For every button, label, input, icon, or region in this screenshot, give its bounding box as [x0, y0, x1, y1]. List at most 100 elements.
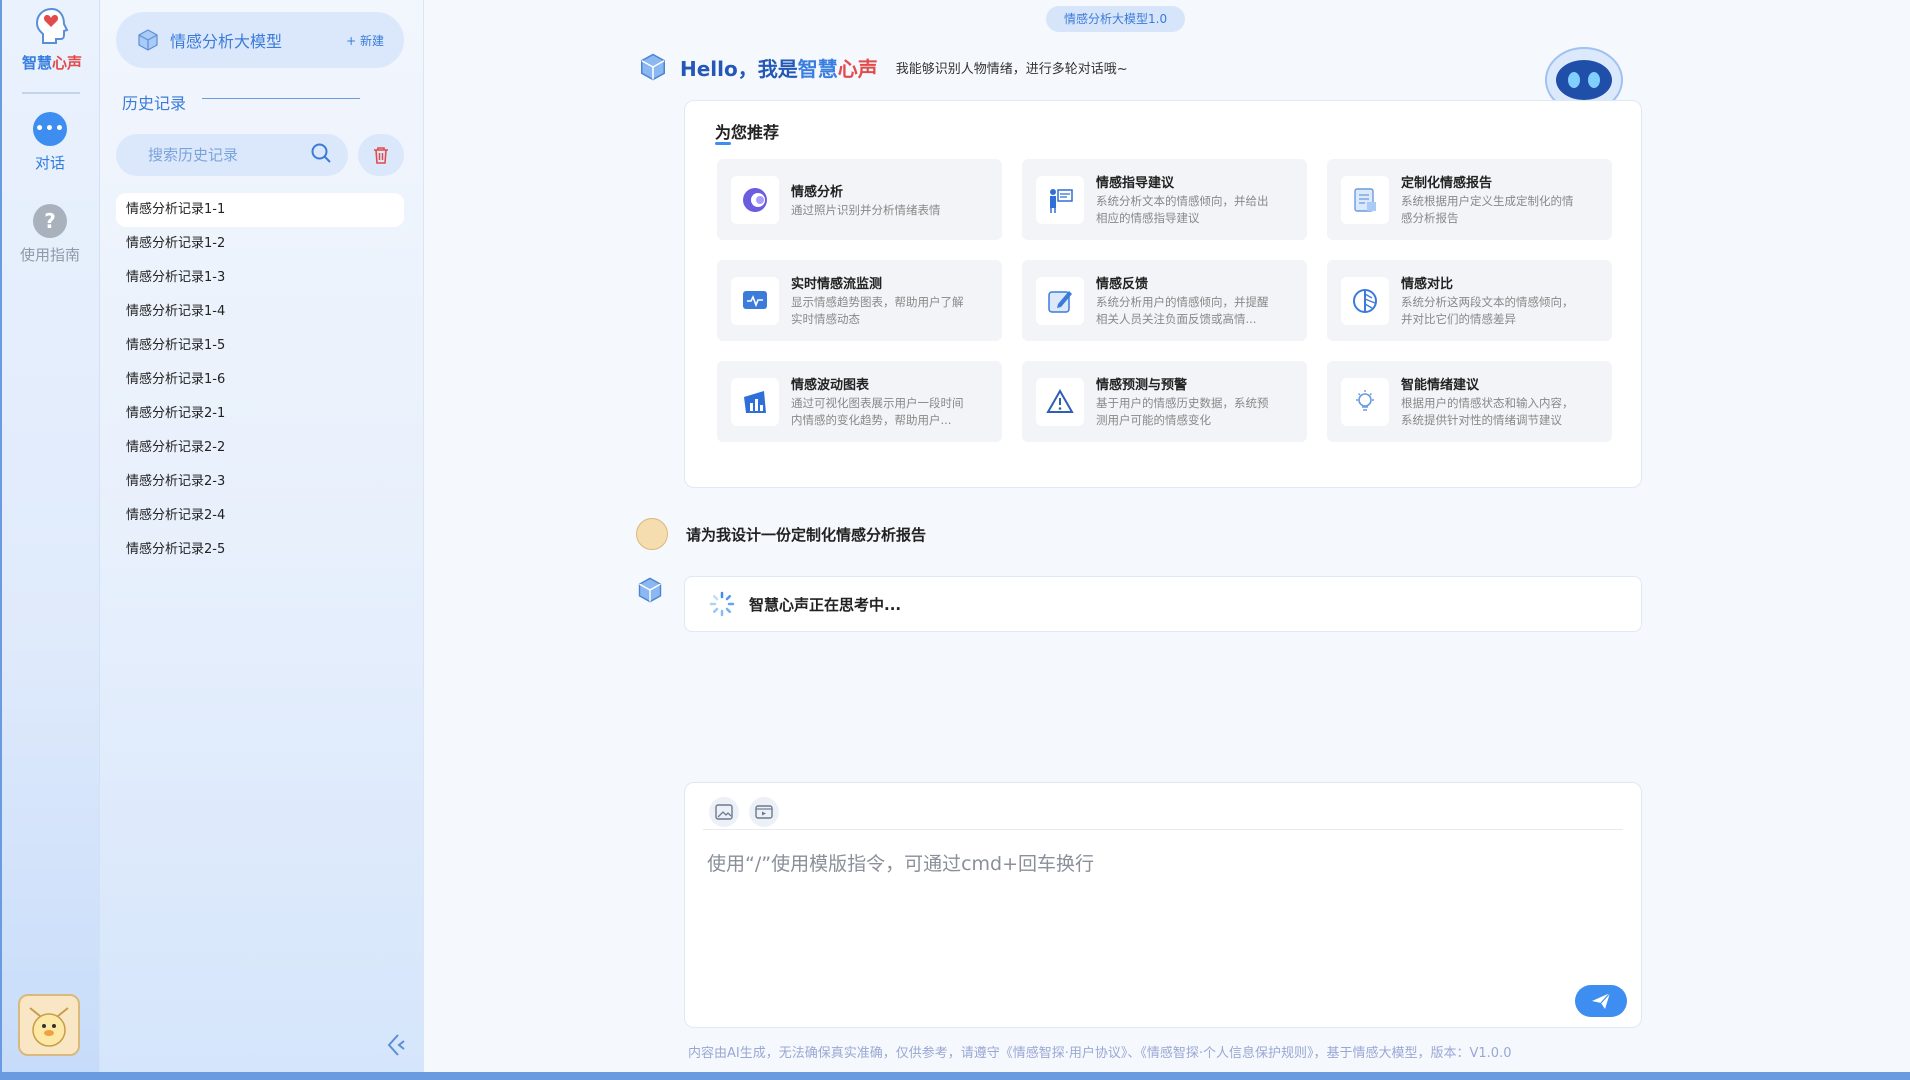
video-icon: [755, 805, 773, 819]
recommendation-desc: 相应的情感指导建议: [1096, 211, 1200, 225]
greeting-prefix: Hello，我是: [680, 56, 798, 81]
recommendation-title: 为您推荐: [715, 119, 779, 145]
rail-item-guide[interactable]: ? 使用指南: [2, 204, 98, 265]
user-avatar-small: [636, 518, 668, 550]
history-item[interactable]: 情感分析记录1-2: [116, 227, 404, 261]
history-divider: [202, 98, 360, 99]
history-sidebar: 情感分析大模型 + 新建 历史记录 情感分析记录1-1情感分析记录1-2情感分析…: [100, 0, 424, 1072]
recommendation-desc: 基于用户的情感历史数据，系统预: [1096, 396, 1269, 410]
history-item[interactable]: 情感分析记录1-1: [116, 193, 404, 227]
rail-item-chat[interactable]: ••• 对话: [2, 112, 98, 173]
search-icon[interactable]: [310, 142, 332, 168]
recommendation-desc: 系统分析这两段文本的情感倾向，: [1401, 295, 1574, 309]
recommendation-name: 智能情绪建议: [1401, 378, 1480, 393]
history-item[interactable]: 情感分析记录1-5: [116, 329, 404, 363]
send-button[interactable]: [1575, 985, 1627, 1017]
message-composer: [684, 782, 1642, 1028]
question-icon: ?: [33, 204, 67, 238]
bot-avatar: [636, 576, 664, 608]
recommendation-name: 实时情感流监测: [791, 277, 883, 292]
rail-divider: [22, 92, 80, 94]
recommendation-item[interactable]: 情感指导建议系统分析文本的情感倾向，并给出 相应的情感指导建议: [1022, 159, 1307, 240]
version-badge: 情感分析大模型1.0: [1046, 6, 1186, 32]
history-item[interactable]: 情感分析记录1-6: [116, 363, 404, 397]
history-item[interactable]: 情感分析记录2-4: [116, 499, 404, 533]
search-input[interactable]: [148, 146, 298, 164]
double-chevron-left-icon: [387, 1034, 405, 1056]
history-item[interactable]: 情感分析记录2-2: [116, 431, 404, 465]
recommendation-desc: 实时情感动态: [791, 312, 860, 326]
greeting-brand-b: 心声: [837, 56, 878, 81]
history-search: [116, 134, 348, 176]
trash-icon: [374, 147, 388, 164]
recommendation-grid: 情感分析 通过照片识别并分析情绪表情 情感指导建议 系统分析文本的情感倾向，并给出 相应…: [717, 159, 1612, 442]
user-message: 请为我设计一份定制化情感分析报告: [636, 518, 926, 550]
composer-divider: [703, 829, 1623, 830]
chat-bubble-icon: •••: [33, 112, 67, 146]
upload-image-button[interactable]: [709, 797, 739, 827]
clear-history-button[interactable]: [358, 134, 404, 176]
message-input[interactable]: [707, 849, 1607, 969]
user-message-text: 请为我设计一份定制化情感分析报告: [686, 525, 927, 544]
collapse-sidebar-button[interactable]: [384, 1032, 408, 1062]
monitor-icon: [731, 276, 779, 325]
recommendation-item[interactable]: 情感反馈系统分析用户的情感倾向，并提醒 相关人员关注负面反馈或高情...: [1022, 260, 1307, 341]
recommendation-item[interactable]: 智能情绪建议根据用户的情感状态和输入内容， 系统提供针对性的情绪调节建议: [1327, 361, 1612, 442]
recommendation-desc: 系统分析文本的情感倾向，并给出: [1096, 194, 1269, 208]
model-selector[interactable]: 情感分析大模型 + 新建: [116, 12, 404, 68]
recommendation-name: 情感指导建议: [1096, 176, 1175, 191]
image-icon: [715, 804, 733, 820]
recommendation-desc: 测用户可能的情感变化: [1096, 413, 1211, 427]
recommendation-desc: 根据用户的情感状态和输入内容，: [1401, 396, 1574, 410]
recommendation-item[interactable]: 定制化情感报告 系统根据用户定义生成定制化的情 感分析报告: [1327, 159, 1612, 240]
new-chat-button[interactable]: + 新建: [346, 32, 384, 49]
nav-rail: 智慧心声 ••• 对话 ? 使用指南: [0, 0, 100, 1072]
send-plane-icon: [1592, 992, 1611, 1009]
loading-spinner-icon: [709, 591, 735, 617]
user-avatar[interactable]: [18, 994, 80, 1056]
recommendation-desc: 通过照片识别并分析情绪表情: [791, 202, 941, 217]
upload-video-button[interactable]: [749, 797, 779, 827]
brand-part-1: 智慧: [21, 54, 52, 72]
duck-avatar-icon: [29, 1007, 69, 1047]
recommendation-desc: 系统根据用户定义生成定制化的情: [1401, 194, 1574, 208]
recommendation-desc: 系统提供针对性的情绪调节建议: [1401, 413, 1562, 427]
cube-icon: [138, 29, 158, 51]
history-item[interactable]: 情感分析记录2-3: [116, 465, 404, 499]
compare-circle-icon: [1341, 276, 1389, 325]
recommendation-item[interactable]: 情感预测与预警 基于用户的情感历史数据，系统预 测用户可能的情感变化: [1022, 361, 1307, 442]
brand-part-2: 心声: [52, 54, 83, 72]
recommendation-item[interactable]: 实时情感流监测显示情感趋势图表，帮助用户了解 实时情感动态: [717, 260, 1002, 341]
recommendation-item[interactable]: 情感分析 通过照片识别并分析情绪表情: [717, 159, 1002, 240]
greeting-subtitle: 我能够识别人物情绪，进行多轮对话哦~: [895, 61, 1128, 77]
recommendation-desc: 系统分析用户的情感倾向，并提醒: [1096, 295, 1269, 309]
history-list: 情感分析记录1-1 情感分析记录1-2 情感分析记录1-3 情感分析记录1-4 情感分析…: [116, 193, 404, 567]
history-item[interactable]: 情感分析记录1-3: [116, 261, 404, 295]
rail-item-label: 使用指南: [19, 246, 80, 264]
app-logo[interactable]: 智慧心声: [14, 6, 90, 73]
recommendation-name: 情感反馈: [1096, 277, 1149, 292]
emotion-face-icon: [731, 175, 779, 224]
history-item[interactable]: 情感分析记录2-5: [116, 533, 404, 567]
recommendation-desc: 显示情感趋势图表，帮助用户了解: [791, 295, 964, 309]
history-item[interactable]: 情感分析记录2-1: [116, 397, 404, 431]
greeting: Hello，我是智慧心声 我能够识别人物情绪，进行多轮对话哦~: [638, 52, 1128, 82]
feedback-edit-icon: [1036, 276, 1084, 325]
rail-item-label: 对话: [34, 154, 65, 172]
recommendation-item[interactable]: 情感对比 系统分析这两段文本的情感倾向， 并对比它们的情感差异: [1327, 260, 1612, 341]
recommendation-item[interactable]: 情感波动图表 通过可视化图表展示用户一段时间 内情感的变化趋势，帮助用户...: [717, 361, 1002, 442]
cube-icon: [641, 53, 665, 81]
history-title: 历史记录: [122, 94, 187, 113]
recommendation-desc: 相关人员关注负面反馈或高情...: [1096, 312, 1257, 326]
recommendation-card: 为您推荐 情感分析 通过照片识别并分析情绪表情 情感指导建议 系统分析文本的情感倾向，…: [684, 100, 1642, 488]
recommendation-desc: 感分析报告: [1401, 211, 1459, 225]
report-icon: [1341, 175, 1389, 224]
recommendation-desc: 并对比它们的情感差异: [1401, 312, 1516, 326]
model-label: 情感分析大模型: [170, 32, 283, 51]
bar-chart-icon: [731, 377, 779, 426]
greeting-brand-a: 智慧: [797, 56, 838, 81]
footer-disclaimer: 内容由AI生成，无法确保真实准确，仅供参考，请遵守《情感智探·用户协议》、《情感…: [688, 1046, 1512, 1061]
head-heart-icon: [35, 7, 69, 44]
history-item[interactable]: 情感分析记录1-4: [116, 295, 404, 329]
cube-icon: [638, 577, 662, 603]
